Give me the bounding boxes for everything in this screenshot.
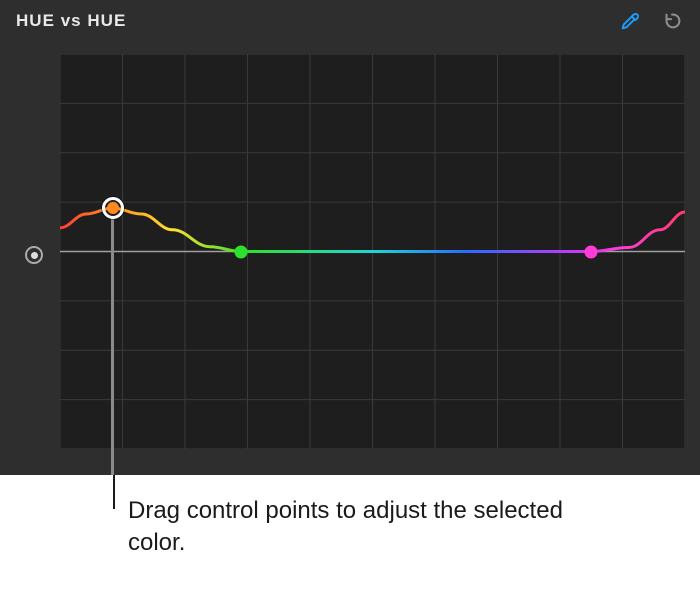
caption-text: Drag control points to adjust the select… bbox=[128, 495, 568, 560]
panel-header: HUE vs HUE bbox=[0, 0, 700, 42]
eyedropper-button[interactable] bbox=[618, 9, 642, 33]
panel-title: HUE vs HUE bbox=[16, 11, 126, 31]
caption-area: Drag control points to adjust the select… bbox=[0, 475, 700, 593]
control-point[interactable] bbox=[585, 245, 598, 258]
callout-line bbox=[113, 475, 115, 509]
y-axis-handle[interactable] bbox=[25, 246, 43, 264]
curve-graph[interactable] bbox=[60, 54, 685, 449]
hue-vs-hue-panel: HUE vs HUE bbox=[0, 0, 700, 475]
vertical-indicator bbox=[111, 218, 114, 475]
reset-button[interactable] bbox=[660, 9, 684, 33]
control-point[interactable] bbox=[235, 245, 248, 258]
eyedropper-icon bbox=[619, 10, 641, 32]
header-tools bbox=[618, 9, 684, 33]
reset-icon bbox=[661, 10, 683, 32]
control-point[interactable] bbox=[102, 197, 124, 219]
